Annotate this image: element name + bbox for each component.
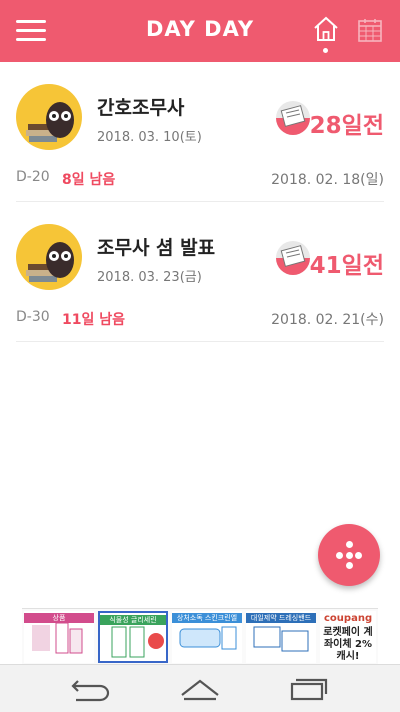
exam-paper-icon (276, 101, 310, 135)
ad-banner[interactable]: 상품 식물성 글리세린 상처소독 스킨크린엘 대일제약 드레싱밴드 coupan… (22, 608, 378, 665)
home-nav-icon[interactable] (178, 675, 222, 703)
dday-card[interactable]: 조무사 셤 발표 2018. 03. 23(금) 41일전 D-30 11일 남… (0, 202, 400, 342)
add-fab-button[interactable] (318, 524, 380, 586)
card-event-date: 2018. 03. 23(금) (97, 270, 202, 285)
days-before-count: 41일전 (309, 253, 384, 279)
ad-item[interactable]: 대일제약 드레싱밴드 (246, 611, 316, 663)
coupang-logo: coupang (324, 613, 373, 624)
exam-paper-icon (276, 241, 310, 275)
days-before-count: 28일전 (309, 113, 384, 139)
card-title: 조무사 셤 발표 (97, 237, 216, 259)
remaining-days: 8일 남음 (62, 172, 116, 188)
card-event-date: 2018. 03. 10(토) (97, 130, 202, 145)
ad-item[interactable]: 상품 (24, 611, 94, 663)
target-date: 2018. 02. 18(일) (271, 172, 384, 188)
target-date: 2018. 02. 21(수) (271, 312, 384, 328)
avatar (16, 224, 82, 290)
ad-text: 로켓페이 계좌이체 2%캐시! (323, 627, 373, 662)
system-nav-bar (0, 664, 400, 712)
avatar (16, 84, 82, 150)
ad-item-coupang[interactable]: coupang 로켓페이 계좌이체 2%캐시! (320, 611, 376, 663)
divider (16, 341, 384, 342)
ad-item[interactable]: 식물성 글리세린 (98, 611, 168, 663)
remaining-days: 11일 남음 (62, 312, 125, 328)
card-title: 간호조무사 (97, 97, 185, 119)
recent-apps-icon[interactable] (286, 675, 330, 703)
dday-card[interactable]: 간호조무사 2018. 03. 10(토) 28일전 D-20 8일 남음 20… (0, 62, 400, 202)
ad-item[interactable]: 상처소독 스킨크린엘 (172, 611, 242, 663)
d-label: D-20 (16, 169, 50, 185)
d-label: D-30 (16, 309, 50, 325)
active-indicator (323, 48, 328, 53)
app-bar: DAY DAY (0, 0, 400, 62)
home-icon[interactable] (311, 14, 341, 44)
back-icon[interactable] (70, 675, 114, 703)
calendar-icon[interactable] (356, 16, 384, 44)
